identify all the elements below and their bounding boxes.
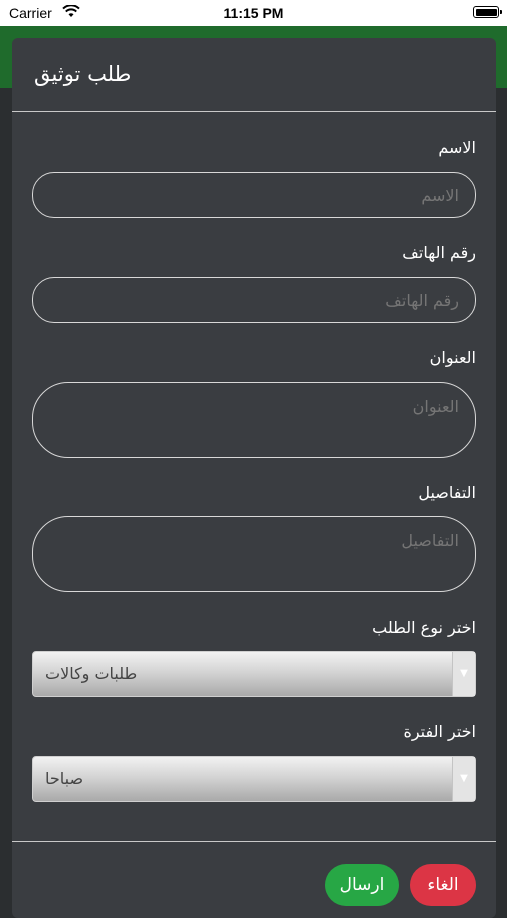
status-bar: Carrier 11:15 PM — [0, 0, 507, 26]
address-label: العنوان — [429, 348, 476, 367]
name-input[interactable] — [32, 172, 476, 218]
phone-label: رقم الهاتف — [402, 243, 476, 262]
details-label: التفاصيل — [418, 483, 476, 502]
name-label: الاسم — [438, 138, 476, 157]
period-value: صباحا — [45, 769, 84, 788]
battery-icon — [473, 6, 502, 18]
details-input[interactable] — [32, 516, 476, 592]
footer-divider — [12, 841, 496, 842]
chevron-down-icon[interactable]: ▼ — [452, 757, 475, 801]
verification-request-dialog: طلب توثيق الاسم رقم الهاتف العنوان التفا… — [12, 38, 496, 918]
request-type-select[interactable]: طلبات وكالات ▼ — [32, 651, 476, 697]
dialog-title: طلب توثيق — [34, 62, 132, 86]
request-type-value: طلبات وكالات — [45, 664, 138, 683]
title-divider — [12, 111, 496, 112]
period-label: اختر الفترة — [403, 722, 476, 741]
period-select[interactable]: صباحا ▼ — [32, 756, 476, 802]
clock: 11:15 PM — [223, 5, 284, 21]
phone-input[interactable] — [32, 277, 476, 323]
chevron-down-icon[interactable]: ▼ — [452, 652, 475, 696]
address-input[interactable] — [32, 382, 476, 458]
request-type-label: اختر نوع الطلب — [372, 618, 476, 637]
